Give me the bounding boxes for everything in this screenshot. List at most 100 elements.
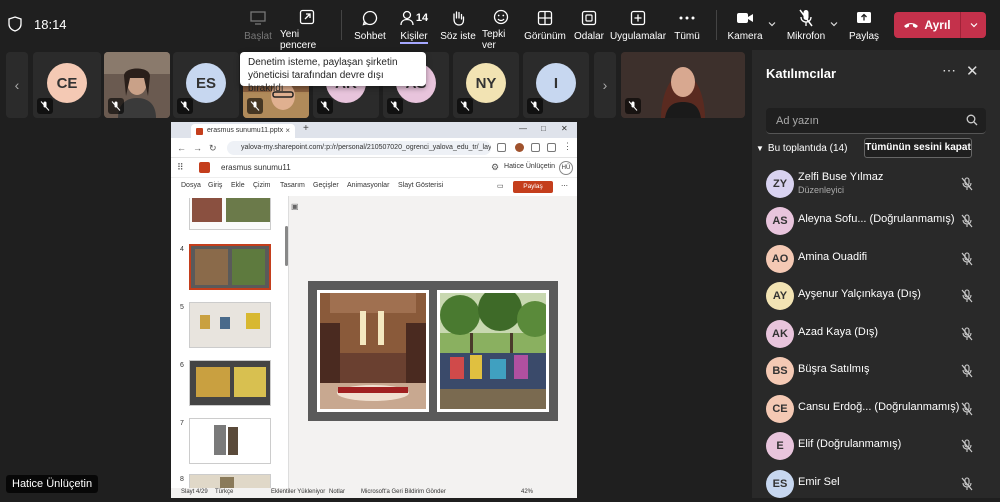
participant-tile[interactable]: NY xyxy=(453,52,519,118)
new-window-button[interactable]: Yeni pencere xyxy=(280,6,334,51)
mic-options-chevron-icon[interactable] xyxy=(830,20,838,28)
ribbon-tab-draw[interactable]: Çizim xyxy=(253,182,271,189)
app-launcher-icon[interactable]: ⠿ xyxy=(177,162,184,173)
profile-icon[interactable] xyxy=(515,143,524,152)
participant-role: Düzenleyici xyxy=(798,185,845,195)
comment-icon[interactable]: ▭ xyxy=(497,182,504,190)
current-slide[interactable] xyxy=(308,281,558,421)
in-meeting-section[interactable]: ▼ Bu toplantıda (14) xyxy=(756,143,847,154)
ribbon-tab-design[interactable]: Tasarım xyxy=(280,182,305,189)
strip-prev-chevron-icon[interactable]: ‹ xyxy=(6,52,28,118)
church-interior-image xyxy=(320,293,426,409)
participant-row[interactable]: AO Amina Ouadifi xyxy=(766,241,986,277)
participant-row[interactable]: ES Emir Sel xyxy=(766,466,986,502)
strip-next-chevron-icon[interactable]: › xyxy=(594,52,616,118)
toggle-pane-icon[interactable]: ▣ xyxy=(291,202,299,211)
close-window-icon[interactable]: ✕ xyxy=(561,124,568,133)
start-share-button[interactable]: Başlat xyxy=(244,6,272,46)
close-icon[interactable]: ✕ xyxy=(966,62,979,80)
powerpoint-favicon-icon xyxy=(196,128,203,135)
self-video-tile[interactable] xyxy=(621,52,745,118)
ribbon-tab-transitions[interactable]: Geçişler xyxy=(313,182,339,189)
avatar: AO xyxy=(766,245,794,273)
share-doc-button[interactable]: Paylaş xyxy=(513,181,553,193)
thumbnail-scrollbar[interactable] xyxy=(285,226,288,266)
participant-row[interactable]: ZY Zelfi Buse Yılmaz Düzenleyici xyxy=(766,166,986,202)
ribbon-tab-home[interactable]: Giriş xyxy=(208,182,222,189)
participants-panel: Katılımcılar ⋯ ✕ Ad yazın ▼ Bu toplantıda… xyxy=(752,50,1000,498)
participant-tile[interactable]: I xyxy=(523,52,589,118)
back-icon[interactable]: ← xyxy=(177,143,186,153)
notes-button[interactable]: Notlar xyxy=(329,489,345,495)
extension-icon[interactable] xyxy=(497,143,506,152)
slide-thumbnail-selected[interactable] xyxy=(189,244,271,290)
zoom-level[interactable]: 42% xyxy=(521,489,533,495)
microphone-button[interactable]: Mikrofon xyxy=(786,6,826,46)
participant-row[interactable]: AK Azad Kaya (Dış) xyxy=(766,316,986,352)
more-options-icon[interactable]: ⋯ xyxy=(561,182,568,190)
url-field[interactable]: yalova-my.sharepoint.com/:p:/r/personal/… xyxy=(227,141,491,155)
camera-button[interactable]: Kamera xyxy=(728,6,763,46)
more-button[interactable]: Tümü xyxy=(672,6,702,46)
document-name[interactable]: erasmus sunumu11 xyxy=(221,163,291,172)
participant-name: Amina Ouadifi xyxy=(798,251,868,263)
slide-thumbnail[interactable] xyxy=(189,418,271,464)
forward-icon[interactable]: → xyxy=(193,143,202,153)
mic-off-icon xyxy=(527,98,543,114)
participant-row[interactable]: AS Aleyna Sofu... (Doğrulanmamış) xyxy=(766,203,986,239)
slide-thumbnail[interactable] xyxy=(189,360,271,406)
raise-hand-button[interactable]: Söz iste xyxy=(440,6,476,46)
minimize-icon[interactable]: — xyxy=(519,124,527,133)
menu-icon[interactable]: ⋮ xyxy=(563,141,572,152)
participant-tile[interactable]: ES xyxy=(173,52,239,118)
participant-row[interactable]: AY Ayşenur Yalçınkaya (Dış) xyxy=(766,278,986,314)
share-button[interactable]: Paylaş xyxy=(848,6,880,46)
extensions-puzzle-icon[interactable] xyxy=(531,143,540,152)
chevron-down-icon: ▼ xyxy=(756,144,764,153)
addins-status: Eklentiler Yükleniyor xyxy=(271,489,326,495)
reload-icon[interactable]: ↻ xyxy=(209,143,217,154)
account-avatar[interactable]: HÜ xyxy=(559,161,573,175)
maximize-icon[interactable]: □ xyxy=(541,124,546,133)
camera-options-chevron-icon[interactable] xyxy=(768,20,776,28)
leave-button[interactable]: Ayrıl xyxy=(894,12,986,38)
rooms-button[interactable]: Odalar xyxy=(572,6,606,46)
close-tab-icon[interactable]: × xyxy=(285,124,290,138)
settings-gear-icon[interactable]: ⚙ xyxy=(491,162,499,173)
language-indicator[interactable]: Türkçe xyxy=(215,489,233,495)
camera-icon xyxy=(736,9,754,27)
react-button[interactable]: Tepki ver xyxy=(482,6,520,51)
mute-all-button[interactable]: Tümünün sesini kapat xyxy=(864,138,972,158)
avatar: E xyxy=(766,432,794,460)
feedback-link[interactable]: Microsoft'a Geri Bildirim Gönder xyxy=(361,489,446,495)
panel-more-icon[interactable]: ⋯ xyxy=(942,62,956,79)
participant-name: Büşra Satılmış xyxy=(798,363,870,375)
participant-tile[interactable]: CE xyxy=(33,52,101,118)
avatar: ES xyxy=(766,470,794,498)
participant-row[interactable]: E Elif (Doğrulanmamış) xyxy=(766,428,986,464)
search-icon xyxy=(966,114,978,126)
slide-thumbnail[interactable] xyxy=(189,198,271,230)
participant-search-input[interactable]: Ad yazın xyxy=(766,108,986,134)
participant-row[interactable]: BS Büşra Satılmış xyxy=(766,353,986,389)
ribbon-tab-animations[interactable]: Animasyonlar xyxy=(347,182,389,189)
participant-name: Emir Sel xyxy=(798,476,840,488)
chat-button[interactable]: Sohbet xyxy=(352,6,388,46)
ribbon-tab-file[interactable]: Dosya xyxy=(181,182,201,189)
powerpoint-app-bar: ⠿ erasmus sunumu11 ⚙ Hatice Ünlüçetin HÜ xyxy=(171,158,577,178)
ribbon-tab-slideshow[interactable]: Slayt Gösterisi xyxy=(398,182,443,189)
sidebar-icon[interactable] xyxy=(547,143,556,152)
people-button[interactable]: 14 Kişiler xyxy=(396,6,432,46)
participant-row[interactable]: CE Cansu Erdoğ... (Doğrulanmamış) xyxy=(766,391,986,427)
new-tab-icon[interactable]: + xyxy=(303,123,309,134)
leave-options-chevron-icon[interactable] xyxy=(960,12,986,38)
ribbon-tabs: Dosya Giriş Ekle Çizim Tasarım Geçişler … xyxy=(171,178,577,196)
participant-video-tile[interactable] xyxy=(104,52,170,118)
ribbon-tab-insert[interactable]: Ekle xyxy=(231,182,245,189)
slide-thumbnail[interactable] xyxy=(189,302,271,348)
view-button[interactable]: Görünüm xyxy=(524,6,566,46)
apps-button[interactable]: Uygulamalar xyxy=(610,6,666,46)
avatar: ES xyxy=(186,63,226,103)
slide-thumbnail[interactable] xyxy=(189,474,271,488)
browser-tab[interactable]: erasmus sunumu11.pptx × xyxy=(191,124,295,138)
